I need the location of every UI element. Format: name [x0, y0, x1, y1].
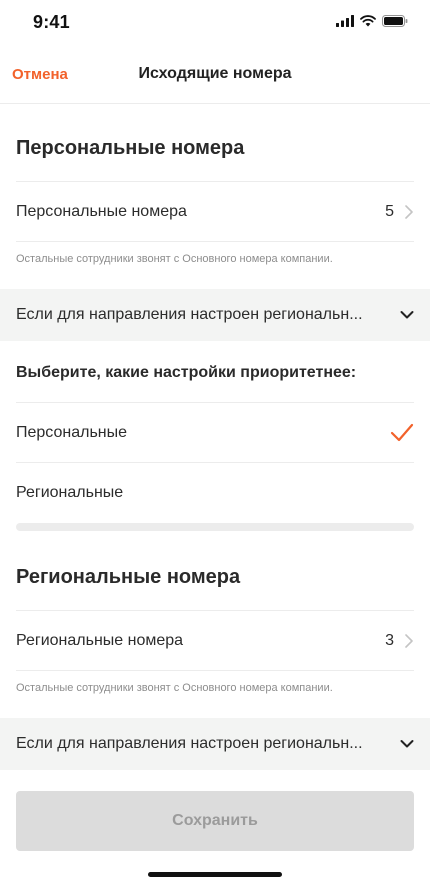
- regional-numbers-count: 3: [385, 631, 394, 649]
- personal-numbers-row[interactable]: Персональные номера 5: [16, 181, 414, 241]
- personal-hint: Остальные сотрудники звонят с Основного …: [16, 253, 333, 265]
- option-personal[interactable]: Персональные: [16, 402, 414, 462]
- chevron-right-icon: [405, 204, 413, 219]
- save-button[interactable]: Сохранить: [16, 791, 414, 851]
- status-time: 9:41: [33, 12, 70, 32]
- section-divider: [16, 523, 414, 531]
- status-icons: [336, 15, 408, 27]
- page-title: Исходящие номера: [138, 65, 292, 82]
- personal-section-title: Персональные номера: [16, 137, 245, 159]
- home-indicator: [148, 872, 282, 877]
- option-regional[interactable]: Региональные: [16, 462, 414, 522]
- regional-section-title: Региональные номера: [16, 566, 241, 588]
- option-label: Региональные: [16, 483, 124, 501]
- signal-icon: [336, 15, 354, 27]
- regional-hint: Остальные сотрудники звонят с Основного …: [16, 682, 333, 694]
- chevron-right-icon: [405, 633, 413, 648]
- dropdown-text: Если для направления настроен региональн…: [16, 306, 363, 323]
- dropdown-text: Если для направления настроен региональн…: [16, 735, 363, 752]
- chevron-down-icon: [400, 311, 414, 319]
- row-divider: [16, 670, 414, 671]
- priority-question: Выберите, какие настройки приоритетнее:: [16, 364, 357, 381]
- regional-priority-dropdown[interactable]: Если для направления настроен региональн…: [0, 718, 430, 770]
- personal-numbers-label: Персональные номера: [16, 202, 187, 220]
- regional-numbers-label: Региональные номера: [16, 631, 184, 649]
- regional-numbers-row[interactable]: Региональные номера 3: [16, 610, 414, 670]
- checkmark-icon: [390, 423, 414, 441]
- nav-bar: Отмена Исходящие номера: [0, 46, 430, 104]
- row-divider: [16, 241, 414, 242]
- status-bar: 9:41: [0, 0, 430, 46]
- chevron-down-icon: [400, 740, 414, 748]
- battery-icon: [382, 15, 408, 27]
- personal-priority-dropdown[interactable]: Если для направления настроен региональн…: [0, 289, 430, 341]
- wifi-icon: [360, 15, 376, 27]
- option-label: Персональные: [16, 423, 128, 441]
- personal-numbers-count: 5: [385, 202, 394, 220]
